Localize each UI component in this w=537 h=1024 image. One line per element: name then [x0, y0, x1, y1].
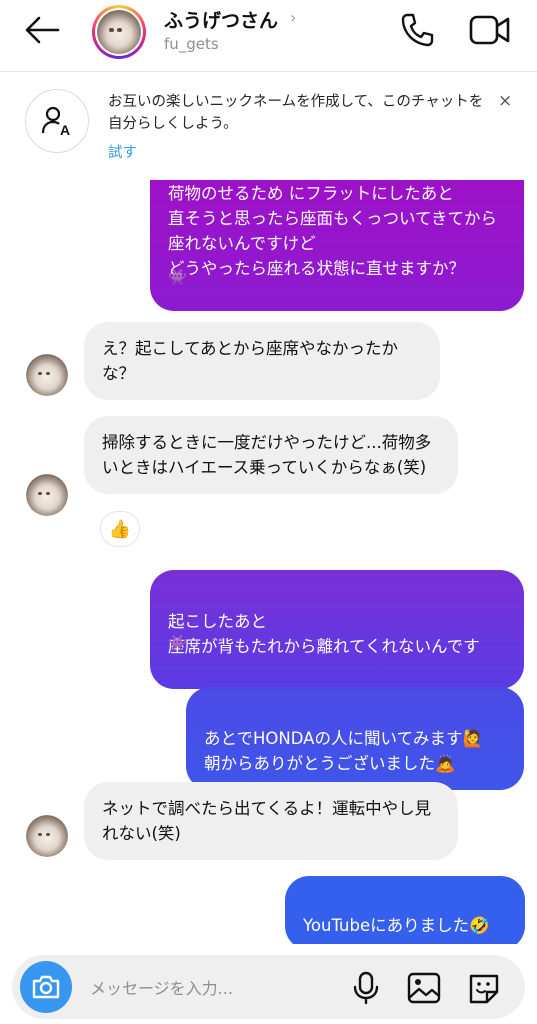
- person-tag-icon: A: [25, 89, 89, 153]
- message-bubble-sent[interactable]: あとでHONDAの人に聞いてみます🙋 朝からありがとうございました🙇: [186, 687, 524, 790]
- sender-avatar[interactable]: [26, 474, 68, 516]
- message-bubble-received[interactable]: 掃除するときに一度だけやったけど...荷物多いときはハイエース乗っていくからなぁ…: [84, 416, 458, 494]
- chat-header: ふうげつさん › fu_gets: [0, 0, 537, 72]
- header-avatar[interactable]: [92, 5, 146, 59]
- try-button[interactable]: 試す: [108, 141, 137, 162]
- message-bubble-sent[interactable]: 荷物のせるため にフラットにしたあと 直そうと思ったら座面もくっついてきてから座…: [150, 180, 524, 311]
- contact-username: fu_gets: [164, 35, 219, 53]
- reaction-tiny-icon: 👾: [168, 634, 187, 652]
- phone-icon[interactable]: [399, 12, 435, 48]
- video-camera-icon[interactable]: [468, 12, 512, 48]
- banner-message: お互いの楽しいニックネームを作成して、このチャットを自分らしくしよう。: [108, 94, 484, 132]
- chevron-right-icon[interactable]: ›: [290, 8, 296, 27]
- sender-avatar[interactable]: [26, 815, 68, 857]
- microphone-icon[interactable]: [350, 971, 382, 1005]
- reaction-tiny-icon: 👾: [168, 268, 187, 286]
- camera-icon[interactable]: [20, 961, 72, 1013]
- message-bubble-received[interactable]: ネットで調べたら出てくるよ！運転中やし見れない(笑): [84, 782, 458, 860]
- svg-text:A: A: [60, 122, 70, 138]
- nickname-banner: A お互いの楽しいニックネームを作成して、このチャットを自分らしくしよう。 試す…: [0, 73, 537, 180]
- cat-photo: [97, 10, 141, 54]
- message-list[interactable]: 荷物のせるため にフラットにしたあと 直そうと思ったら座面もくっついてきてから座…: [0, 180, 537, 944]
- message-bubble-sent[interactable]: YouTubeにありました🤣: [285, 876, 525, 944]
- message-bubble-sent[interactable]: 起こしたあと 座席が背もたれから離れてくれないんです: [150, 570, 524, 689]
- back-arrow-icon[interactable]: [22, 13, 62, 47]
- message-bubble-received[interactable]: え？起こしてあとから座席やなかったかな？: [84, 322, 440, 400]
- sticker-icon[interactable]: [466, 971, 502, 1005]
- image-icon[interactable]: [406, 971, 442, 1005]
- message-composer: [12, 955, 525, 1019]
- contact-name[interactable]: ふうげつさん: [164, 6, 278, 33]
- sender-avatar[interactable]: [26, 354, 68, 396]
- close-icon[interactable]: ×: [498, 91, 512, 111]
- reaction-thumbs-up[interactable]: 👍: [100, 511, 140, 547]
- message-input[interactable]: [90, 973, 340, 1003]
